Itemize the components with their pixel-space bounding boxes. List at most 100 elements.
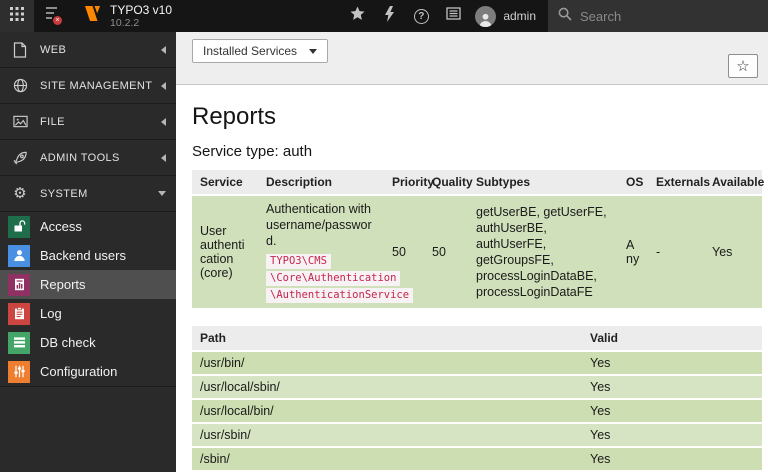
list-panel-icon [446, 7, 461, 25]
column-header: Path [192, 326, 582, 351]
star-outline-icon: ☆ [736, 58, 750, 75]
report-document-icon [8, 273, 30, 296]
avatar [475, 5, 497, 27]
user-icon [8, 244, 30, 267]
sidebar-item-db-check[interactable]: DB check [0, 328, 176, 357]
quality-cell: 50 [424, 195, 468, 308]
sidebar-item-access[interactable]: Access [0, 212, 176, 241]
product-name: TYPO3 v10 [110, 2, 173, 17]
grid-icon [10, 6, 24, 26]
sidebar-section-admin-tools[interactable]: ADMIN TOOLS [0, 140, 176, 176]
bookmarks-toolbar-button[interactable] [341, 0, 373, 32]
path-cell: /usr/local/sbin/ [192, 375, 582, 399]
service-cell: User authentication (core) [192, 195, 258, 308]
topbar-tools: ? admin Search [341, 0, 768, 32]
sidebar-section-system[interactable]: ⚙ SYSTEM [0, 176, 176, 212]
user-menu-button[interactable]: admin [469, 0, 548, 32]
database-list-icon [8, 331, 30, 354]
table-row: /usr/sbin/ Yes [192, 423, 762, 447]
help-toolbar-button[interactable]: ? [405, 0, 437, 32]
column-header: Available [704, 170, 764, 195]
valid-cell: Yes [582, 423, 762, 447]
docheader: Installed Services ☆ [176, 32, 768, 85]
column-header: Subtypes [468, 170, 618, 195]
help-question-icon: ? [413, 8, 429, 24]
rocket-icon [12, 150, 28, 166]
sidebar-item-configuration[interactable]: Configuration [0, 357, 176, 386]
report-type-selected-value: Installed Services [203, 44, 298, 58]
brand-text: TYPO3 v10 10.2.2 [110, 2, 173, 29]
path-cell: /usr/sbin/ [192, 423, 582, 447]
chevron-left-icon [161, 117, 166, 126]
sidebar-section-site-management[interactable]: SITE MANAGEMENT [0, 68, 176, 104]
chevron-left-icon [161, 45, 166, 54]
service-type-heading: Service type: auth [192, 143, 313, 160]
sidebar-item-label: Access [40, 219, 82, 234]
column-header: Service [192, 170, 258, 195]
sidebar-item-backend-users[interactable]: Backend users [0, 241, 176, 270]
externals-cell: - [648, 195, 704, 308]
gear-icon: ⚙ [13, 185, 27, 202]
sidebar-section-label: WEB [40, 43, 67, 56]
sidebar-section-label: FILE [40, 115, 65, 128]
table-row: User authentication (core) Authenticatio… [192, 195, 762, 308]
available-cell: Yes [704, 195, 762, 308]
sidebar-item-label: Reports [40, 277, 86, 292]
column-header: Priority [384, 170, 434, 195]
module-menu: WEB SITE MANAGEMENT FILE ADMIN TOOLS ⚙ S… [0, 32, 176, 472]
os-cell: Any [618, 195, 648, 308]
typo3-backend: × TYPO3 v10 10.2.2 ? admin Search WEB SI… [0, 0, 768, 472]
report-content: Reports Service type: auth Service Descr… [176, 85, 768, 472]
product-version: 10.2.2 [110, 16, 140, 29]
page-title: Reports [192, 103, 277, 130]
clear-cache-toolbar-button[interactable] [373, 0, 405, 32]
tree-disabled-badge-icon: × [53, 16, 62, 25]
sidebar-item-label: Configuration [40, 364, 118, 379]
search-placeholder: Search [580, 8, 622, 24]
pagetree-toggle-button[interactable]: × [34, 0, 68, 32]
path-cell: /usr/bin/ [192, 351, 582, 375]
lightning-bolt-icon [384, 5, 395, 27]
search-icon [558, 7, 572, 26]
sidebar-item-label: DB check [40, 335, 96, 350]
sidebar-section-label: ADMIN TOOLS [40, 151, 120, 164]
sidebar-item-reports[interactable]: Reports [0, 270, 176, 299]
service-description: Authentication with username/password. [266, 202, 372, 248]
path-cell: /usr/local/bin/ [192, 399, 582, 423]
valid-cell: Yes [582, 399, 762, 423]
column-header: Valid [582, 326, 762, 351]
sidebar-item-label: Backend users [40, 248, 126, 263]
column-header: OS [618, 170, 648, 195]
sidebar-section-web[interactable]: WEB [0, 32, 176, 68]
table-row: /usr/local/bin/ Yes [192, 399, 762, 423]
description-cell: Authentication with username/password. T… [258, 195, 414, 308]
valid-cell: Yes [582, 351, 762, 375]
table-header-row: Service Description Priority Quality Sub… [192, 170, 764, 195]
typo3-logo-icon [84, 5, 101, 27]
valid-cell: Yes [582, 447, 762, 471]
system-submodules: Access Backend users Reports Log DB chec… [0, 212, 176, 387]
table-row: /sbin/ Yes [192, 447, 762, 471]
sidebar-section-label: SYSTEM [40, 187, 88, 200]
report-type-dropdown[interactable]: Installed Services [192, 39, 329, 63]
chevron-down-icon [158, 191, 166, 196]
service-class-code: TYPO3\CMS [266, 254, 331, 269]
sidebar-item-log[interactable]: Log [0, 299, 176, 328]
search-paths-table: Path Valid /usr/bin/ Yes /usr/local/sbin… [192, 326, 762, 472]
service-class-code: \AuthenticationService [266, 288, 414, 303]
table-row: /usr/bin/ Yes [192, 351, 762, 375]
module-menu-toggle-button[interactable] [0, 0, 34, 32]
unlock-icon [8, 215, 30, 238]
search-input[interactable]: Search [548, 0, 768, 32]
path-cell: /sbin/ [192, 447, 582, 471]
systeminfo-toolbar-button[interactable] [437, 0, 469, 32]
valid-cell: Yes [582, 375, 762, 399]
sidebar-section-file[interactable]: FILE [0, 104, 176, 140]
sidebar-item-label: Log [40, 306, 62, 321]
sliders-icon [8, 360, 30, 383]
add-bookmark-button[interactable]: ☆ [728, 54, 758, 78]
table-row: /usr/local/sbin/ Yes [192, 375, 762, 399]
page-icon [12, 41, 28, 58]
module-body: Installed Services ☆ Reports Service typ… [176, 32, 768, 472]
subtypes-cell: getUserBE, getUserFE, authUserBE, authUs… [468, 195, 618, 308]
